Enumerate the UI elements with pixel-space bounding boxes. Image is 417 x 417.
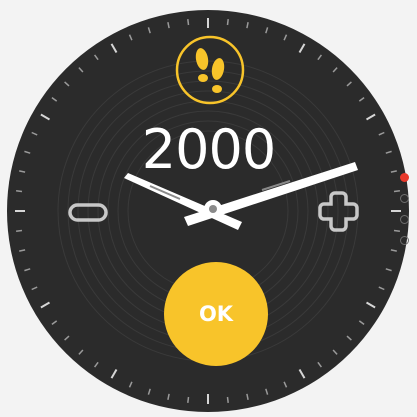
page-dot	[399, 215, 409, 224]
minute-tick	[16, 190, 23, 193]
watch-screen: 2000 OK	[0, 0, 417, 417]
page-dot	[399, 194, 409, 203]
page-dot-active	[399, 173, 409, 182]
page-indicator	[397, 173, 411, 257]
minute-tick	[226, 396, 229, 403]
ok-button[interactable]: OK	[164, 262, 268, 366]
page-dot	[399, 236, 409, 245]
minute-tick	[16, 229, 23, 232]
minute-tick	[187, 19, 190, 26]
minute-tick	[187, 396, 190, 403]
hands-pin-center	[209, 205, 217, 213]
minute-tick	[226, 19, 229, 26]
ok-label: OK	[198, 302, 234, 326]
